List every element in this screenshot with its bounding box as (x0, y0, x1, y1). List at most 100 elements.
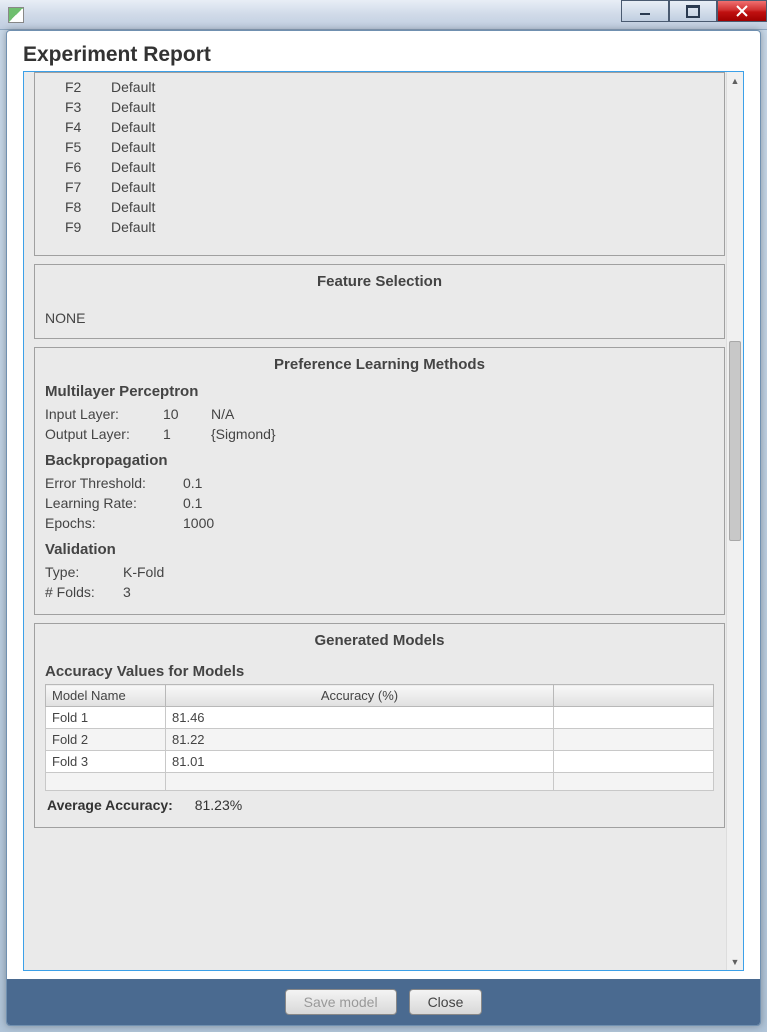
output-layer-label: Output Layer: (45, 426, 145, 442)
model-accuracy-cell: 81.22 (166, 729, 554, 751)
feature-value: Default (111, 199, 155, 215)
models-header-row: Model Name Accuracy (%) (46, 685, 714, 707)
average-accuracy-row: Average Accuracy: 81.23% (45, 791, 714, 815)
model-name-cell: Fold 1 (46, 707, 166, 729)
mlp-heading: Multilayer Perceptron (45, 383, 714, 400)
val-folds-val: 3 (123, 584, 131, 600)
feature-selection-section: Feature Selection NONE (34, 264, 725, 339)
table-row-empty (46, 773, 714, 791)
feature-row: F5 Default (65, 137, 694, 157)
report-content-frame: F2 Default F3 Default F4 Default F5 Default F6 De… (23, 71, 744, 971)
feature-value: Default (111, 179, 155, 195)
scroll-up-arrow[interactable]: ▲ (727, 72, 743, 89)
preference-learning-section: Preference Learning Methods Multilayer P… (34, 347, 725, 615)
feature-name: F2 (65, 79, 89, 95)
feature-row: F4 Default (65, 117, 694, 137)
save-model-button[interactable]: Save model (285, 989, 397, 1015)
empty-cell (554, 751, 714, 773)
experiment-report-dialog: Experiment Report F2 Default F3 Default F4 De… (6, 30, 761, 1026)
feature-row: F7 Default (65, 177, 694, 197)
val-type-val: K-Fold (123, 564, 164, 580)
empty-cell (46, 773, 166, 791)
epochs-val: 1000 (183, 515, 214, 531)
models-subtitle: Accuracy Values for Models (45, 663, 714, 680)
minimize-button[interactable] (621, 0, 669, 22)
maximize-button[interactable] (669, 0, 717, 22)
table-row[interactable]: Fold 281.22 (46, 729, 714, 751)
model-name-cell: Fold 3 (46, 751, 166, 773)
avg-label: Average Accuracy: (47, 797, 173, 813)
val-folds-label: # Folds: (45, 584, 105, 600)
feature-selection-value: NONE (45, 300, 714, 326)
err-threshold-row: Error Threshold: 0.1 (45, 473, 714, 493)
avg-value: 81.23% (195, 797, 242, 813)
empty-cell (554, 707, 714, 729)
app-icon (8, 7, 24, 23)
feature-row: F8 Default (65, 197, 694, 217)
feature-value: Default (111, 99, 155, 115)
generated-models-section: Generated Models Accuracy Values for Mod… (34, 623, 725, 828)
validation-heading: Validation (45, 541, 714, 558)
scroll-down-arrow[interactable]: ▼ (727, 953, 743, 970)
validation-type-row: Type: K-Fold (45, 562, 714, 582)
empty-cell (554, 729, 714, 751)
features-box: F2 Default F3 Default F4 Default F5 Default F6 De… (34, 72, 725, 256)
col-model-name[interactable]: Model Name (46, 685, 166, 707)
feature-name: F4 (65, 119, 89, 135)
models-table: Model Name Accuracy (%) Fold 181.46Fold … (45, 684, 714, 791)
input-layer-act: N/A (211, 406, 234, 422)
output-layer-row: Output Layer: 1 {Sigmond} (45, 424, 714, 444)
table-row[interactable]: Fold 181.46 (46, 707, 714, 729)
epochs-label: Epochs: (45, 515, 165, 531)
table-row[interactable]: Fold 381.01 (46, 751, 714, 773)
validation-folds-row: # Folds: 3 (45, 582, 714, 602)
feature-name: F7 (65, 179, 89, 195)
bp-heading: Backpropagation (45, 452, 714, 469)
learning-rate-row: Learning Rate: 0.1 (45, 493, 714, 513)
close-window-button[interactable] (717, 0, 767, 22)
err-label: Error Threshold: (45, 475, 165, 491)
lr-val: 0.1 (183, 495, 202, 511)
feature-row: F2 Default (65, 77, 694, 97)
feature-row: F6 Default (65, 157, 694, 177)
scrollbar-thumb[interactable] (729, 341, 741, 541)
feature-name: F9 (65, 219, 89, 235)
empty-cell (166, 773, 554, 791)
err-val: 0.1 (183, 475, 202, 491)
lr-label: Learning Rate: (45, 495, 165, 511)
feature-name: F8 (65, 199, 89, 215)
report-scroll-area[interactable]: F2 Default F3 Default F4 Default F5 Default F6 De… (24, 72, 743, 970)
models-title: Generated Models (45, 632, 714, 649)
input-layer-row: Input Layer: 10 N/A (45, 404, 714, 424)
input-layer-label: Input Layer: (45, 406, 145, 422)
feature-value: Default (111, 139, 155, 155)
feature-value: Default (111, 159, 155, 175)
input-layer-n: 10 (163, 406, 193, 422)
feature-value: Default (111, 79, 155, 95)
model-accuracy-cell: 81.46 (166, 707, 554, 729)
dialog-button-bar: Save model Close (7, 979, 760, 1025)
feature-name: F3 (65, 99, 89, 115)
feature-name: F5 (65, 139, 89, 155)
feature-value: Default (111, 119, 155, 135)
val-type-label: Type: (45, 564, 105, 580)
feature-row: F9 Default (65, 217, 694, 237)
vertical-scrollbar[interactable]: ▲ ▼ (726, 72, 743, 970)
epochs-row: Epochs: 1000 (45, 513, 714, 533)
model-accuracy-cell: 81.01 (166, 751, 554, 773)
report-title: Experiment Report (7, 31, 760, 71)
feature-row: F3 Default (65, 97, 694, 117)
feature-selection-title: Feature Selection (45, 273, 714, 290)
window-controls (621, 0, 767, 22)
output-layer-act: {Sigmond} (211, 426, 276, 442)
col-blank (554, 685, 714, 707)
plm-title: Preference Learning Methods (45, 356, 714, 373)
feature-value: Default (111, 219, 155, 235)
col-accuracy[interactable]: Accuracy (%) (166, 685, 554, 707)
model-name-cell: Fold 2 (46, 729, 166, 751)
output-layer-n: 1 (163, 426, 193, 442)
window-titlebar (0, 0, 767, 30)
empty-cell (554, 773, 714, 791)
close-button[interactable]: Close (409, 989, 483, 1015)
feature-name: F6 (65, 159, 89, 175)
